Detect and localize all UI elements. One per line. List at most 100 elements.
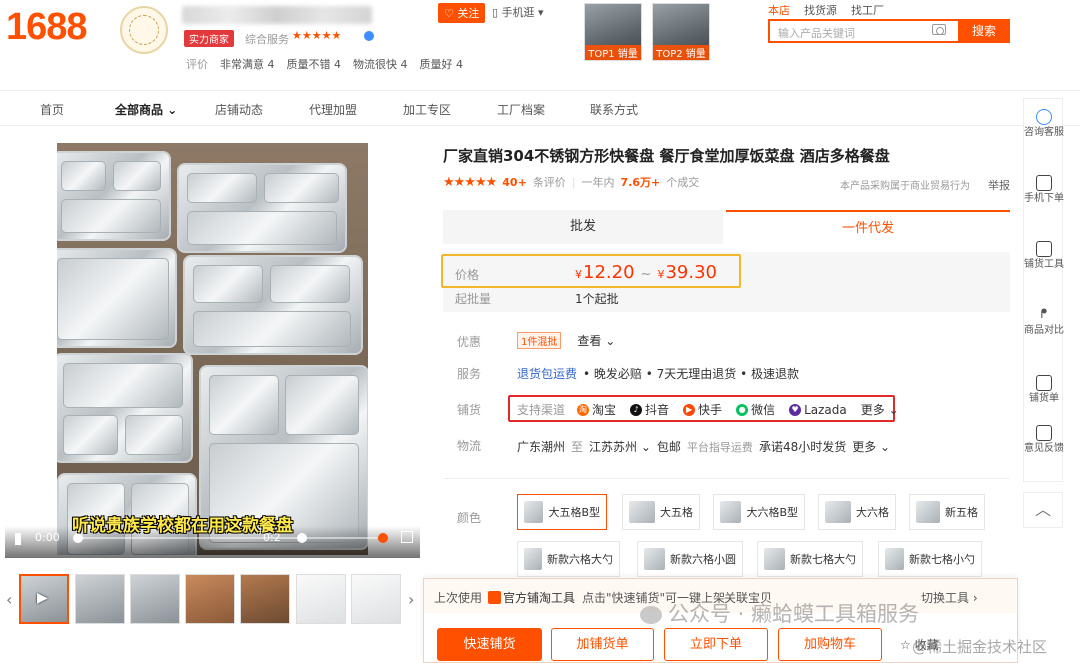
video-caption: 听说贵族学校都在用这款餐盘 <box>72 516 293 536</box>
video-time-current: 0:00 <box>35 531 60 544</box>
tab-dropship[interactable]: 一件代发 <box>726 210 1010 244</box>
fullscreen-icon[interactable] <box>401 531 413 543</box>
tab-this-shop[interactable]: 本店 <box>768 2 790 18</box>
shipping-fee: 包邮 <box>656 440 681 454</box>
rating-stars: ★★★★★ <box>443 174 497 190</box>
sku-option[interactable]: 新款七格小勺 <box>878 541 982 577</box>
thumbnail-video[interactable] <box>19 574 69 624</box>
pause-icon[interactable] <box>15 533 21 545</box>
volume-level-knob[interactable] <box>378 533 388 543</box>
sku-option[interactable]: 新款六格大勺 <box>517 541 620 577</box>
nav-home[interactable]: 首页 <box>40 101 64 118</box>
rail-distribute-list[interactable]: 铺货单 <box>1024 375 1064 405</box>
nav-factory[interactable]: 工厂档案 <box>497 101 545 118</box>
ship-from: 广东潮州 <box>517 440 566 454</box>
rail-distribute-tool[interactable]: 铺货工具 <box>1024 241 1064 271</box>
product-main-image[interactable] <box>57 143 368 555</box>
channel-douyin[interactable]: ♪ 抖音 <box>630 401 669 418</box>
rail-mobile-order[interactable]: 手机下单 <box>1024 175 1064 205</box>
color-label: 颜色 <box>457 511 482 525</box>
site-logo[interactable]: 1688 <box>6 6 88 49</box>
ship-to-selector[interactable]: 江苏苏州 ⌄ <box>589 438 651 455</box>
wechat-watermark-icon <box>640 606 662 624</box>
chevron-right-icon[interactable]: › <box>408 590 414 609</box>
review-count[interactable]: 40+ <box>502 176 527 189</box>
promo-tag: 1件混批 <box>517 332 562 349</box>
tab-find-source[interactable]: 找货源 <box>804 2 837 18</box>
tab-find-factory[interactable]: 找工厂 <box>851 2 884 18</box>
briefcase-icon <box>1036 241 1052 257</box>
service-label: 综合服务 <box>245 33 289 46</box>
thumbnail[interactable] <box>75 574 125 624</box>
rail-customer-service[interactable]: 咨询客服 <box>1024 109 1064 139</box>
strength-badge: 实力商家 <box>184 30 234 47</box>
rail-feedback[interactable]: 意见反馈 <box>1024 425 1064 455</box>
shop-avatar[interactable] <box>120 6 168 54</box>
channel-wechat[interactable]: ● 微信 <box>736 401 775 418</box>
right-toolbar: 咨询客服 手机下单 铺货工具 ᖰ 商品对比 铺货单 意见反馈 <box>1023 98 1064 482</box>
moq-value: 1个起批 <box>575 292 619 306</box>
mobile-browse-button[interactable]: ▯ 手机逛 ▾ <box>492 4 544 20</box>
nav-processing[interactable]: 加工专区 <box>403 101 451 118</box>
tab-wholesale[interactable]: 批发 <box>443 210 723 244</box>
sku-option[interactable]: 大五格 <box>622 494 700 530</box>
quick-distribute-button[interactable]: 快速铺货 <box>437 628 542 661</box>
shop-header: 1688 实力商家 综合服务 ★★★★★ 评价 非常满意 4 质量不错 4 物流… <box>0 0 1080 90</box>
buy-now-button[interactable]: 立即下单 <box>664 628 768 661</box>
switch-tool-link[interactable]: 切换工具 › <box>921 589 978 606</box>
freight-note: 平台指导运费 <box>686 440 753 454</box>
sku-option[interactable]: 大六格 <box>818 494 896 530</box>
search-input[interactable]: 输入产品关键词 <box>768 19 958 43</box>
price-range: ¥12.20 ~ ¥39.30 <box>575 262 717 283</box>
channel-more-button[interactable]: 更多 ⌄ <box>861 401 899 418</box>
promo-view-button[interactable]: 查看 ⌄ <box>577 332 615 349</box>
watermark-sub: @稀土掘金技术社区 <box>912 638 1048 656</box>
product-title: 厂家直销304不锈钢方形快餐盘 餐厅食堂加厚饭菜盘 酒店多格餐盘 <box>443 147 890 165</box>
shop-name-redacted <box>182 6 372 24</box>
qrcode-icon <box>1036 175 1052 191</box>
nav-contact[interactable]: 联系方式 <box>590 101 638 118</box>
nav-news[interactable]: 店铺动态 <box>215 101 263 118</box>
sku-option[interactable]: 大六格B型 <box>713 494 805 530</box>
top2-product-thumb[interactable]: TOP2 销量 <box>652 3 710 61</box>
tool-logo-icon <box>488 591 501 604</box>
sku-option[interactable]: 大五格B型 <box>517 494 607 530</box>
search-button[interactable]: 搜索 <box>958 19 1010 43</box>
add-distribute-list-button[interactable]: 加铺货单 <box>551 628 654 661</box>
thumbnail[interactable] <box>296 574 346 624</box>
eval-item: 物流很快 4 <box>353 58 408 71</box>
follow-button[interactable]: ♡ 关注 <box>438 3 486 23</box>
rail-compare[interactable]: ᖰ 商品对比 <box>1024 307 1064 337</box>
info-dot-icon[interactable] <box>364 31 374 41</box>
thumbnail[interactable] <box>351 574 401 624</box>
purchase-mode-tabs: 批发 一件代发 <box>443 210 1010 244</box>
taobao-icon: 淘 <box>577 403 590 416</box>
sku-option[interactable]: 新五格 <box>909 494 985 530</box>
top1-product-thumb[interactable]: TOP1 销量 <box>584 3 642 61</box>
camera-icon[interactable] <box>932 24 946 35</box>
thumbnail[interactable] <box>240 574 290 624</box>
return-shipping-link[interactable]: 退货包运费 <box>517 365 577 382</box>
sku-option[interactable]: 新款七格大勺 <box>757 541 863 577</box>
volume-knob[interactable] <box>297 533 307 543</box>
nav-all-products[interactable]: 全部商品 ⌄ <box>115 101 177 118</box>
logistics-more-button[interactable]: 更多 ⌄ <box>852 438 890 455</box>
nav-agency[interactable]: 代理加盟 <box>309 101 357 118</box>
channel-taobao[interactable]: 淘淘宝 <box>577 401 616 418</box>
add-to-cart-button[interactable]: 加购物车 <box>778 628 882 661</box>
channel-lazada[interactable]: ♥ Lazada <box>789 403 847 417</box>
channel-kuaishou[interactable]: ▶ 快手 <box>683 401 722 418</box>
thumbnail[interactable] <box>130 574 180 624</box>
rating-row: ★★★★★ 40+ 条评价 | 一年内 7.6万+ 个成交 <box>443 174 700 190</box>
logistics-row: 广东潮州 至 江苏苏州 ⌄ 包邮 平台指导运费 承诺48小时发货 更多 ⌄ <box>517 438 891 455</box>
business-note: 本产品采购属于商业贸易行为 <box>840 181 970 192</box>
back-to-top-button[interactable]: ︿ <box>1023 492 1063 528</box>
douyin-icon: ♪ <box>630 403 643 416</box>
thumbnail[interactable] <box>185 574 235 624</box>
sku-option[interactable]: 新款六格小圆 <box>637 541 743 577</box>
video-progress-track[interactable] <box>77 537 377 539</box>
promo-label: 优惠 <box>457 335 482 349</box>
chevron-left-icon[interactable]: ‹ <box>6 590 12 609</box>
service-row-label: 服务 <box>457 367 482 381</box>
report-link[interactable]: 举报 <box>988 177 1010 193</box>
